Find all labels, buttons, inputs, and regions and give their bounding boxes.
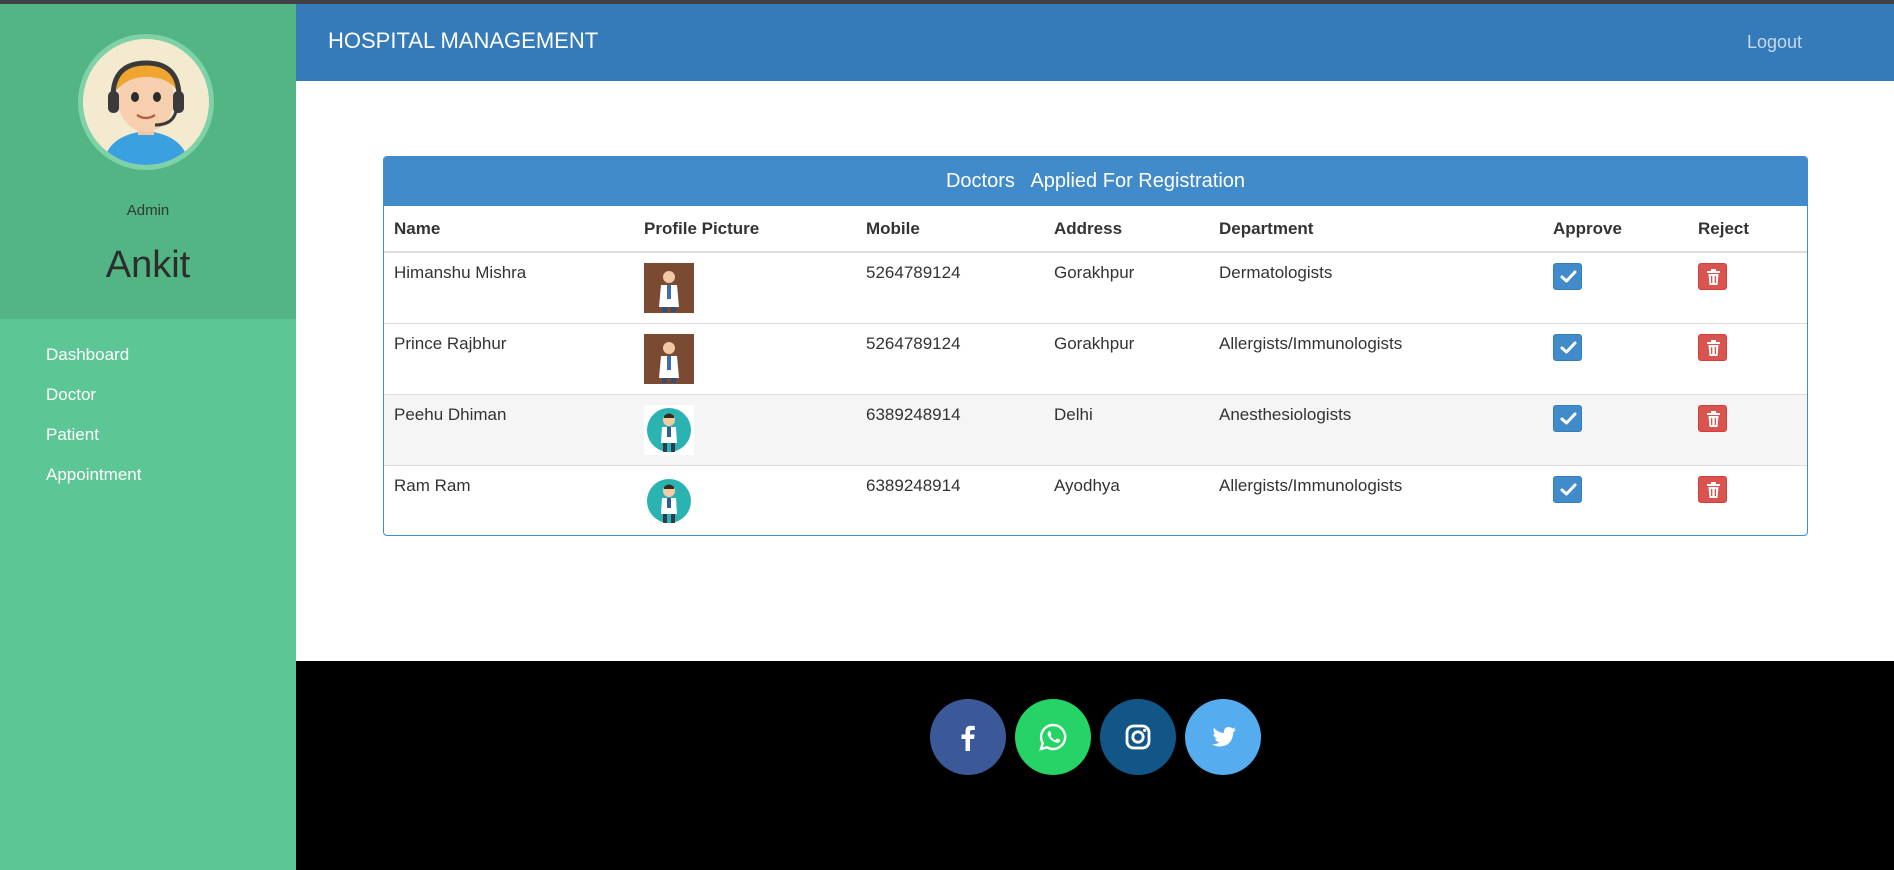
doctor-address: Gorakhpur (1044, 322, 1209, 394)
approve-button[interactable] (1553, 263, 1582, 290)
instagram-button[interactable] (1100, 699, 1176, 775)
doctor-name: Ram Ram (384, 464, 634, 535)
approve-button[interactable] (1553, 404, 1582, 432)
column-header-name: Name (384, 206, 634, 253)
check-icon (1560, 270, 1577, 283)
whatsapp-button[interactable] (1015, 699, 1091, 775)
trash-icon (1707, 269, 1720, 285)
column-header-reject: Reject (1688, 206, 1807, 253)
trash-icon (1707, 410, 1720, 427)
user-name: Ankit (105, 244, 191, 286)
whatsapp-icon (1039, 723, 1067, 751)
approve-button[interactable] (1553, 475, 1582, 503)
profile-picture-cell (634, 251, 856, 323)
doctor-department: Dermatologists (1209, 251, 1543, 323)
profile-picture-cell (634, 464, 856, 535)
column-header-address: Address (1044, 206, 1209, 253)
top-navbar: HOSPITAL MANAGEMENT Logout (296, 4, 1894, 81)
doctor-registration-panel: Doctors Applied For Registration Name Pr… (383, 156, 1808, 536)
sidebar-item-doctor[interactable]: Doctor (0, 375, 296, 415)
support-agent-avatar-icon (83, 39, 209, 165)
doctor-department: Anesthesiologists (1209, 393, 1543, 465)
twitter-button[interactable] (1185, 699, 1261, 775)
profile-picture-cell (634, 322, 856, 394)
doctor-photo (644, 333, 694, 384)
doctor-department: Allergists/Immunologists (1209, 322, 1543, 394)
trash-icon (1707, 339, 1720, 356)
doctor-mobile: 5264789124 (856, 251, 1044, 323)
trash-icon (1707, 481, 1720, 498)
twitter-icon (1212, 727, 1236, 747)
doctor-department: Allergists/Immunologists (1209, 464, 1543, 535)
reject-button[interactable] (1698, 475, 1727, 503)
doctor-requests-table: Name Profile Picture Mobile Address Depa… (384, 206, 1807, 535)
footer (296, 661, 1894, 870)
check-icon (1560, 483, 1577, 495)
table-row: Peehu Dhiman 6389248914 Delhi Anesthesio… (384, 393, 1807, 465)
profile-picture-cell (634, 393, 856, 465)
doctor-mobile: 6389248914 (856, 393, 1044, 465)
doctor-address: Gorakhpur (1044, 251, 1209, 323)
sidebar: Admin Ankit Dashboard Doctor Patient App… (0, 4, 296, 870)
table-row: Himanshu Mishra 5264789124 Gorakhpur Der… (384, 251, 1807, 323)
approve-cell (1543, 393, 1688, 465)
instagram-icon (1125, 724, 1151, 750)
reject-button[interactable] (1698, 404, 1727, 432)
reject-cell (1688, 393, 1807, 465)
logout-link[interactable]: Logout (1747, 32, 1802, 53)
reject-button[interactable] (1698, 263, 1727, 290)
approve-cell (1543, 464, 1688, 535)
doctor-cartoon (644, 404, 694, 455)
facebook-button[interactable] (930, 699, 1006, 775)
approve-cell (1543, 251, 1688, 323)
approve-button[interactable] (1553, 333, 1582, 361)
doctor-mobile: 6389248914 (856, 464, 1044, 535)
user-role: Admin (126, 202, 170, 219)
sidebar-item-dashboard[interactable]: Dashboard (0, 335, 296, 375)
doctor-cartoon (644, 475, 694, 526)
table-header-row: Name Profile Picture Mobile Address Depa… (384, 206, 1807, 253)
sidebar-item-appointment[interactable]: Appointment (0, 455, 296, 495)
sidebar-item-patient[interactable]: Patient (0, 415, 296, 455)
doctor-name: Peehu Dhiman (384, 393, 634, 465)
check-icon (1560, 341, 1577, 353)
check-icon (1560, 412, 1577, 424)
column-header-profile-picture: Profile Picture (634, 206, 856, 253)
column-header-mobile: Mobile (856, 206, 1044, 253)
doctor-name: Himanshu Mishra (384, 251, 634, 323)
avatar (83, 39, 209, 165)
facebook-icon (961, 725, 975, 751)
profile-card: Admin Ankit (0, 4, 296, 319)
table-row: Ram Ram 6389248914 Ayodhya Allergists/Im… (384, 464, 1807, 535)
app-title[interactable]: HOSPITAL MANAGEMENT (328, 28, 598, 54)
reject-cell (1688, 251, 1807, 323)
reject-button[interactable] (1698, 333, 1727, 361)
panel-title: Doctors Applied For Registration (384, 157, 1807, 206)
table-row: Prince Rajbhur 5264789124 Gorakhpur Alle… (384, 322, 1807, 394)
column-header-approve: Approve (1543, 206, 1688, 253)
doctor-name: Prince Rajbhur (384, 322, 634, 394)
reject-cell (1688, 322, 1807, 394)
column-header-department: Department (1209, 206, 1543, 253)
sidebar-nav: Dashboard Doctor Patient Appointment (0, 319, 296, 495)
doctor-address: Delhi (1044, 393, 1209, 465)
doctor-address: Ayodhya (1044, 464, 1209, 535)
avatar-ring (78, 34, 214, 170)
reject-cell (1688, 464, 1807, 535)
approve-cell (1543, 322, 1688, 394)
doctor-mobile: 5264789124 (856, 322, 1044, 394)
doctor-photo (644, 263, 694, 313)
